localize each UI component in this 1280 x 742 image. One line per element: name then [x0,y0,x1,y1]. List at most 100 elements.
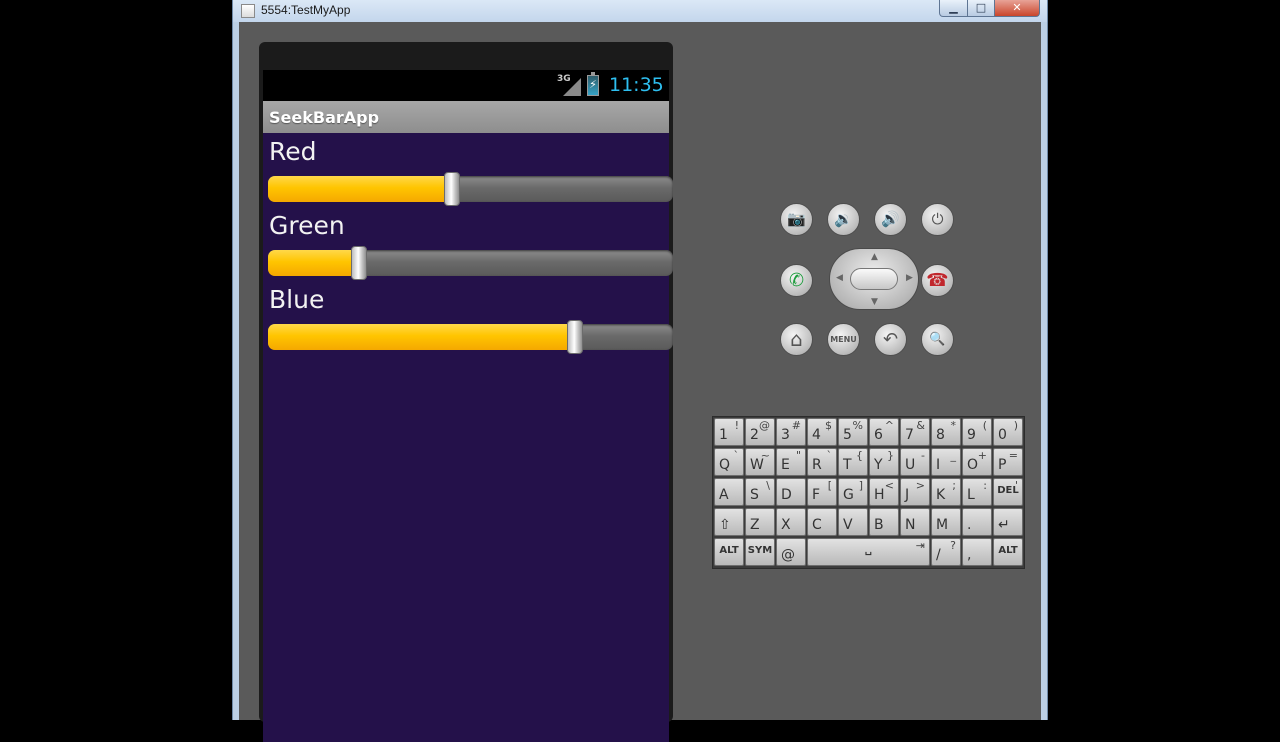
key-3-0[interactable]: ⇧ [714,508,744,536]
green-seekbar-thumb[interactable] [350,246,367,280]
key-1-8[interactable]: O + [962,448,992,476]
key-0-7[interactable]: 8 * [931,418,961,446]
alt-right-key[interactable]: ALT [993,538,1023,566]
comma-key[interactable]: , [962,538,992,566]
sym-key[interactable]: SYM [745,538,775,566]
green-seekbar[interactable] [268,246,673,280]
minimize-button[interactable]: ▁ [939,0,968,17]
key-0-2[interactable]: 3 # [776,418,806,446]
key-3-3[interactable]: C [807,508,837,536]
dpad-up-icon[interactable]: ▲ [871,252,878,262]
alt-left-key[interactable]: ALT [714,538,744,566]
dpad-right-icon[interactable]: ▶ [906,273,913,283]
end-call-button[interactable]: ☎ [921,264,954,297]
key-0-9[interactable]: 0) [993,418,1023,446]
app-window-icon [241,4,255,18]
dpad[interactable]: ▲ ▼ ◀ ▶ [829,248,919,310]
key-2-5[interactable]: H < [869,478,899,506]
key-1-1[interactable]: W ~ [745,448,775,476]
key-3-6[interactable]: N [900,508,930,536]
space-key[interactable]: ␣ ⇥ [807,538,930,566]
key-3-2[interactable]: X [776,508,806,536]
key-2-6[interactable]: J > [900,478,930,506]
power-button[interactable]: ⏻ [921,203,954,236]
home-button[interactable]: ⌂ [780,323,813,356]
slash-key[interactable]: /? [931,538,961,566]
dpad-center-button[interactable] [850,268,898,290]
key-alt-label: } [887,449,894,462]
key-0-4[interactable]: 5% [838,418,868,446]
key-3-4[interactable]: V [838,508,868,536]
key-0-5[interactable]: 6 ^ [869,418,899,446]
key-0-0[interactable]: 1! [714,418,744,446]
key-label: T [843,457,852,473]
key-alt-label: { [856,449,863,462]
key-label: D [781,487,792,503]
key-1-5[interactable]: Y} [869,448,899,476]
key-2-3[interactable]: F[ [807,478,837,506]
key-1-9[interactable]: P = [993,448,1023,476]
key-label: H [874,487,885,503]
key-alt-label: _ [950,449,957,462]
key-alt-label: ⇥ [915,539,925,552]
hardware-keyboard: 1! 2 @3 #4 $5% 6 ^ 7 & 8 * 9(0) Q ` W ~ E " R ` T{Y} U - I _ O + P =… [712,416,1025,569]
key-1-7[interactable]: I _ [931,448,961,476]
maximize-button[interactable]: □ [967,0,995,17]
blue-seekbar-thumb[interactable] [566,320,583,354]
menu-button[interactable]: MENU [827,323,860,356]
key-0-3[interactable]: 4 $ [807,418,837,446]
red-seekbar-thumb[interactable] [443,172,460,206]
key-2-2[interactable]: D [776,478,806,506]
volume-up-button[interactable]: 🔊 [874,203,907,236]
key-2-8[interactable]: L: [962,478,992,506]
key-label: 1 [719,427,728,443]
key-alt-label: $ [825,419,832,432]
key-2-1[interactable]: S \ [745,478,775,506]
key-0-1[interactable]: 2 @ [745,418,775,446]
key-alt-label: + [977,449,987,462]
key-label: J [905,487,910,503]
green-seekbar-progress [268,250,359,276]
volume-down-button[interactable]: 🔉 [827,203,860,236]
key-3-9[interactable]: ↵ [993,508,1023,536]
key-2-0[interactable]: A [714,478,744,506]
key-alt-label: ~ [760,449,770,462]
dpad-down-icon[interactable]: ▼ [871,297,878,307]
key-2-7[interactable]: K; [931,478,961,506]
key-1-3[interactable]: R ` [807,448,837,476]
close-button[interactable]: ✕ [994,0,1040,17]
key-3-1[interactable]: Z [745,508,775,536]
key-3-7[interactable]: M [931,508,961,536]
blue-seekbar[interactable] [268,320,673,354]
key-2-9[interactable]: DEL ' [993,478,1023,506]
key-label: P [998,457,1007,473]
window-title: 5554:TestMyApp [261,3,351,17]
call-button[interactable]: ✆ [780,264,813,297]
key-0-6[interactable]: 7 & [900,418,930,446]
key-0-8[interactable]: 9( [962,418,992,446]
window-titlebar[interactable]: 5554:TestMyApp ▁ □ ✕ [233,0,1047,22]
key-label: SYM [747,545,773,556]
key-1-2[interactable]: E " [776,448,806,476]
key-1-4[interactable]: T{ [838,448,868,476]
emulator-body: 3G 11:35 SeekBarApp Red Green Blue [239,22,1041,742]
key-alt-label: : [983,479,987,492]
key-3-5[interactable]: B [869,508,899,536]
app-title: SeekBarApp [269,108,380,127]
search-button[interactable]: 🔍 [921,323,954,356]
key-label: 7 [905,427,914,443]
dpad-left-icon[interactable]: ◀ [836,273,843,283]
key-alt-label: % [852,419,863,432]
red-seekbar[interactable] [268,172,673,206]
app-content: Red Green Blue [263,133,673,742]
key-2-4[interactable]: G] [838,478,868,506]
key-label: V [843,517,853,533]
key-label: 5 [843,427,852,443]
key-3-8[interactable]: . [962,508,992,536]
camera-button[interactable]: 📷 [780,203,813,236]
key-alt-label: @ [759,419,770,432]
key-1-0[interactable]: Q ` [714,448,744,476]
key-1-6[interactable]: U- [900,448,930,476]
back-button[interactable]: ↶ [874,323,907,356]
at-key[interactable]: @ [776,538,806,566]
